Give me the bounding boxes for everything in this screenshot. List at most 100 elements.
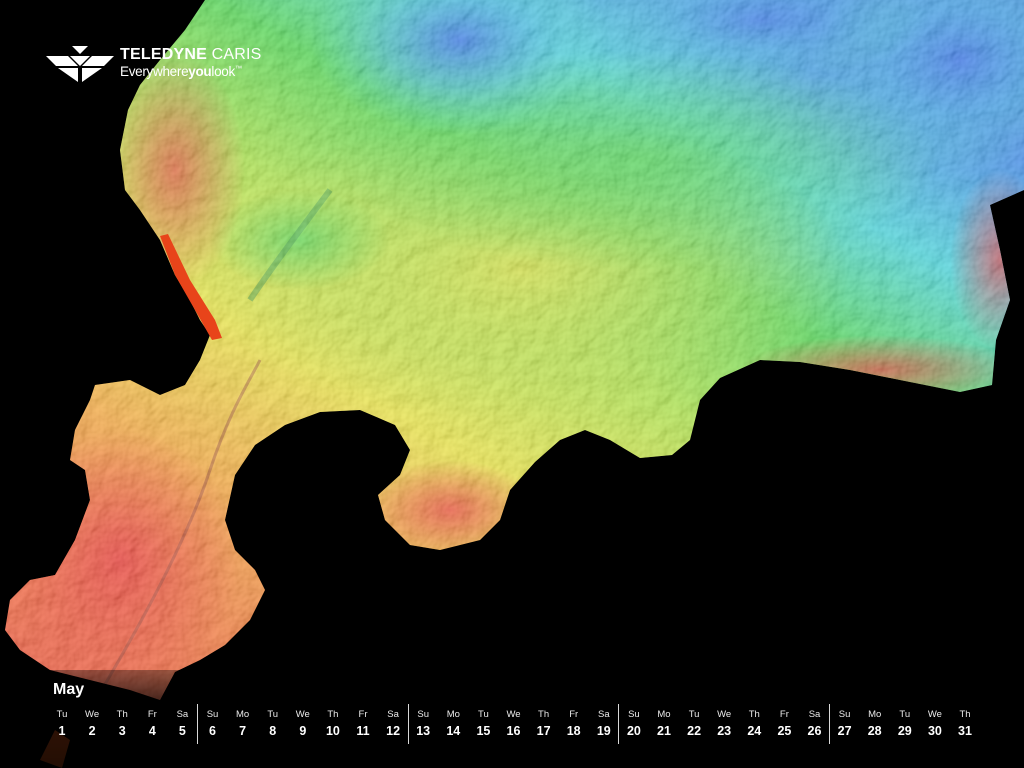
calendar-day: Th 3 bbox=[107, 708, 137, 740]
day-number: 24 bbox=[747, 724, 762, 738]
calendar-day: Tu 8 bbox=[258, 708, 288, 740]
day-number: 31 bbox=[958, 724, 972, 738]
calendar-strip: May Tu 1 We 2 Th 3 Fr 4 Sa 5 Su 6 Mo 7 Tu 8 We 9 Th 10 Fr 11 S… bbox=[0, 670, 1024, 768]
weekday-label: Mo bbox=[446, 709, 460, 720]
day-number: 23 bbox=[717, 724, 732, 738]
day-number: 8 bbox=[269, 724, 277, 738]
day-number: 29 bbox=[897, 724, 912, 738]
weekday-label: Th bbox=[538, 709, 550, 720]
weekday-label: Mo bbox=[235, 709, 250, 720]
calendar-day: Fr 25 bbox=[769, 708, 799, 740]
calendar-day: Mo 7 bbox=[228, 708, 258, 740]
week-separator bbox=[197, 704, 198, 744]
weekday-label: Fr bbox=[358, 709, 368, 720]
bathymetry-map bbox=[5, 0, 1024, 768]
teledyne-logo-icon bbox=[46, 46, 114, 82]
day-number: 14 bbox=[446, 724, 461, 738]
weekday-label: Su bbox=[417, 709, 429, 720]
weekday-label: Su bbox=[838, 709, 851, 720]
calendar-day: Th 10 bbox=[318, 708, 348, 740]
weekday-label: Sa bbox=[387, 709, 399, 720]
calendar-day: We 16 bbox=[499, 708, 529, 740]
calendar-day: Sa 12 bbox=[378, 708, 408, 740]
weekday-label: Sa bbox=[808, 709, 821, 720]
calendar-day: Tu 22 bbox=[679, 708, 709, 740]
day-number: 6 bbox=[209, 724, 216, 738]
calendar-day: Sa 5 bbox=[167, 708, 197, 740]
weekday-label: We bbox=[717, 709, 732, 720]
calendar-day: Tu 15 bbox=[468, 708, 498, 740]
calendar-day: We 9 bbox=[288, 708, 318, 740]
day-number: 18 bbox=[566, 724, 581, 738]
week-separator bbox=[829, 704, 831, 744]
weekday-label: We bbox=[85, 709, 100, 720]
day-number: 30 bbox=[927, 724, 942, 738]
weekday-label: Tu bbox=[688, 709, 700, 720]
teledyne-caris-logo: TELEDYNE CARIS Everywhereyoulook™ bbox=[46, 46, 262, 82]
calendar-day: Mo 28 bbox=[860, 708, 890, 740]
weekday-label: Sa bbox=[176, 709, 189, 720]
weekday-label: Mo bbox=[868, 709, 882, 720]
weekday-label: Th bbox=[327, 709, 339, 720]
wallpaper: TELEDYNE CARIS Everywhereyoulook™ May Tu… bbox=[0, 0, 1024, 768]
weekday-label: Fr bbox=[569, 709, 579, 720]
tagline: Everywhereyoulook™ bbox=[120, 65, 262, 79]
calendar-day: Fr 4 bbox=[137, 708, 167, 740]
calendar-day: Tu 1 bbox=[47, 708, 77, 740]
day-number: 10 bbox=[325, 724, 340, 738]
day-number: 5 bbox=[178, 724, 186, 738]
weekday-label: We bbox=[295, 709, 310, 720]
day-number: 21 bbox=[657, 724, 671, 738]
calendar-day: Th 17 bbox=[529, 708, 559, 740]
day-number: 26 bbox=[807, 724, 822, 738]
day-number: 15 bbox=[476, 724, 491, 738]
calendar-day: Tu 29 bbox=[890, 708, 920, 740]
day-number: 28 bbox=[867, 724, 882, 738]
tagline-part-b: you bbox=[188, 64, 212, 79]
calendar-day: Mo 14 bbox=[438, 708, 468, 740]
tagline-trademark: ™ bbox=[234, 65, 242, 73]
calendar-day: Sa 19 bbox=[589, 708, 619, 740]
day-number: 17 bbox=[536, 724, 551, 738]
day-number: 9 bbox=[299, 724, 307, 738]
calendar-day: Th 31 bbox=[950, 708, 980, 740]
brand-name: TELEDYNE CARIS bbox=[120, 47, 262, 63]
tagline-part-a: Everywhere bbox=[120, 64, 189, 79]
weekday-label: Tu bbox=[267, 709, 279, 720]
weekday-label: Fr bbox=[779, 709, 789, 720]
day-number: 2 bbox=[88, 724, 96, 738]
day-number: 22 bbox=[687, 724, 702, 738]
day-number: 27 bbox=[837, 724, 852, 738]
calendar-day: Fr 18 bbox=[559, 708, 589, 740]
brand-light: CARIS bbox=[211, 46, 262, 63]
weekday-label: Mo bbox=[657, 709, 671, 720]
weekday-label: We bbox=[927, 709, 942, 720]
calendar-day: We 2 bbox=[77, 708, 107, 740]
weekday-label: We bbox=[506, 709, 521, 720]
week-separator bbox=[618, 704, 620, 744]
day-number: 4 bbox=[148, 724, 156, 738]
weekday-label: Th bbox=[748, 709, 760, 720]
weekday-label: Th bbox=[959, 709, 971, 720]
calendar-day: Fr 11 bbox=[348, 708, 378, 740]
weekday-label: Tu bbox=[899, 709, 911, 720]
calendar-days: Tu 1 We 2 Th 3 Fr 4 Sa 5 Su 6 Mo 7 Tu 8 We 9 Th 10 Fr 11 Sa 12 S… bbox=[47, 704, 987, 748]
calendar-day: Su 27 bbox=[830, 708, 860, 740]
calendar-day: Sa 26 bbox=[800, 708, 830, 740]
weekday-label: Tu bbox=[56, 709, 68, 720]
calendar-day: Su 20 bbox=[619, 708, 649, 740]
day-number: 1 bbox=[58, 724, 66, 738]
weekday-label: Tu bbox=[478, 709, 489, 720]
brand-bold: TELEDYNE bbox=[120, 46, 207, 63]
weekday-label: Fr bbox=[147, 709, 157, 720]
day-number: 16 bbox=[506, 724, 521, 738]
day-number: 13 bbox=[416, 724, 431, 738]
weekday-label: Su bbox=[206, 709, 219, 720]
calendar-day: We 30 bbox=[920, 708, 950, 740]
calendar-day: Th 24 bbox=[739, 708, 769, 740]
day-number: 12 bbox=[386, 724, 401, 738]
week-separator bbox=[407, 704, 409, 744]
day-number: 7 bbox=[239, 724, 247, 738]
day-number: 20 bbox=[626, 724, 641, 738]
day-number: 19 bbox=[596, 724, 611, 738]
